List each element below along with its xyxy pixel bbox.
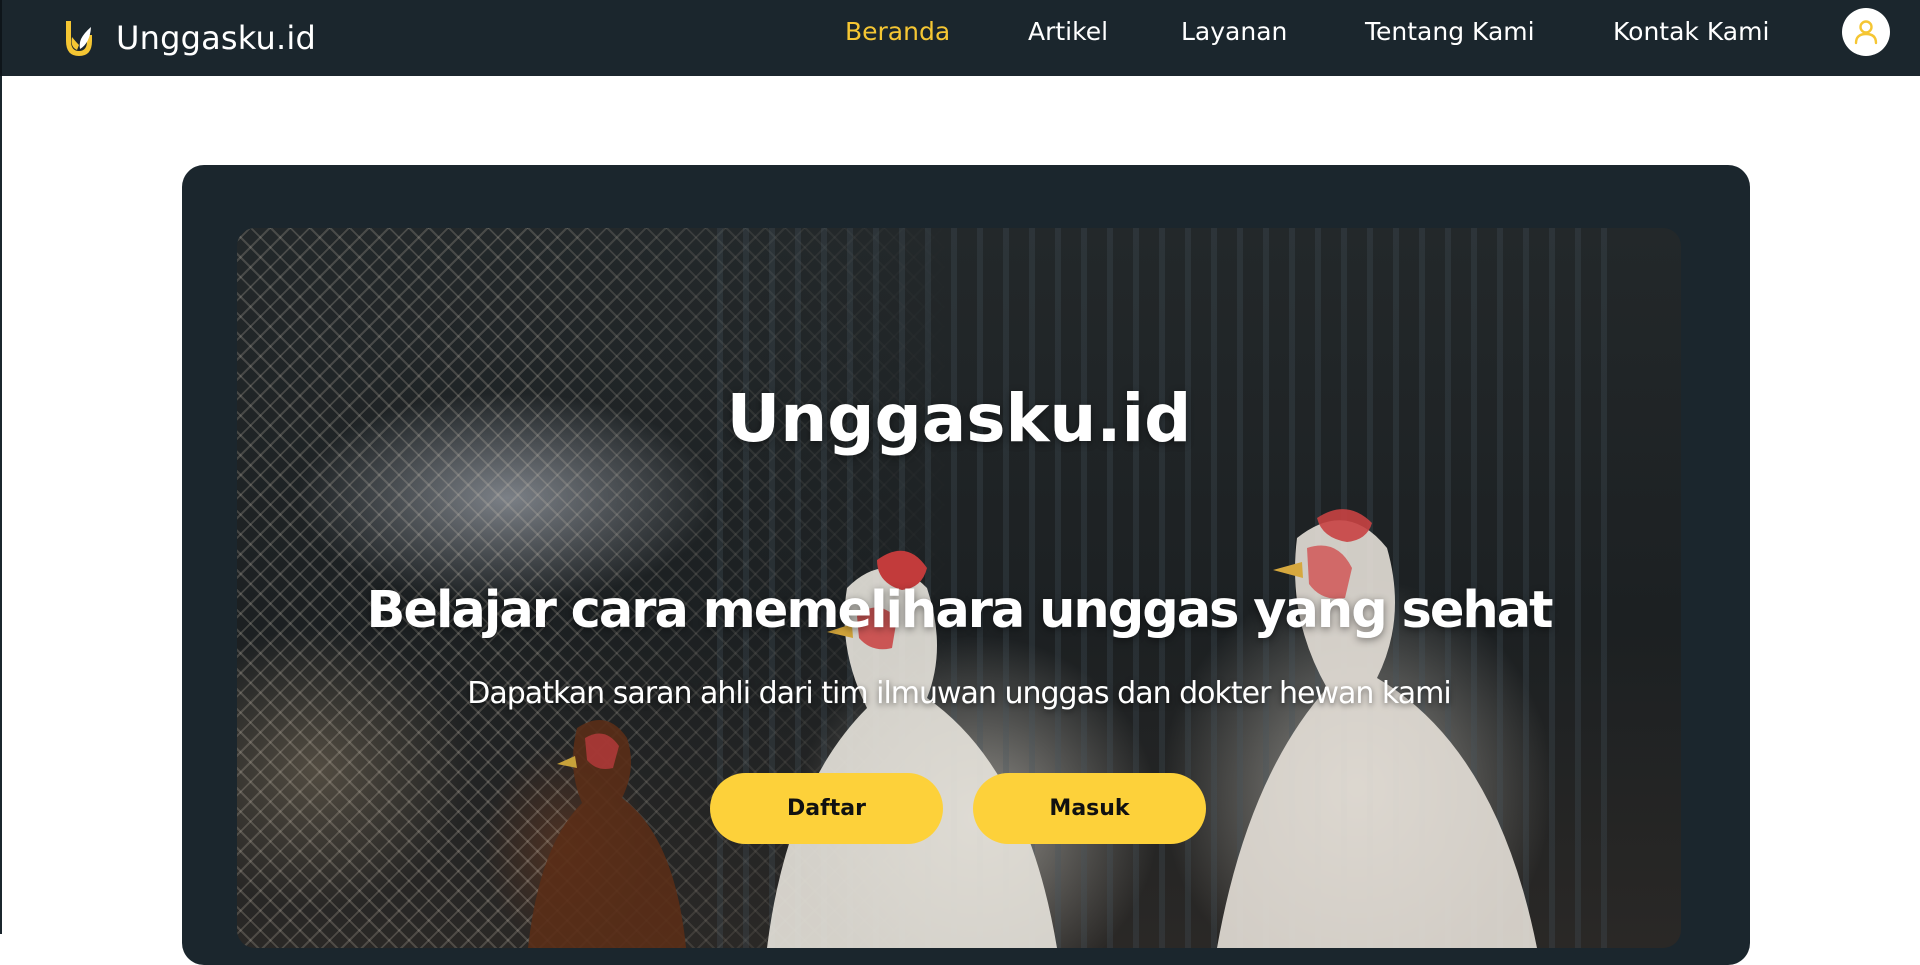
nav-link-beranda[interactable]: Beranda <box>845 16 950 48</box>
hero-title: Unggasku.id <box>726 380 1192 457</box>
top-navbar: Unggasku.id Beranda Artikel Layanan Tent… <box>0 0 1920 76</box>
brand-logo-link[interactable]: Unggasku.id <box>60 12 316 64</box>
nav-link-layanan[interactable]: Layanan <box>1181 16 1287 48</box>
user-icon <box>1854 20 1878 45</box>
login-button[interactable]: Masuk <box>973 773 1206 844</box>
unggasku-logo-icon <box>66 21 92 56</box>
brand-name: Unggasku.id <box>116 19 317 57</box>
hero-content: Unggasku.id Belajar cara memelihara ungg… <box>237 228 1681 934</box>
hero-heading: Belajar cara memelihara unggas yang seha… <box>366 581 1553 640</box>
nav-link-artikel[interactable]: Artikel <box>1028 16 1108 48</box>
hero-subtitle: Dapatkan saran ahli dari tim ilmuwan ung… <box>467 676 1451 711</box>
nav-link-tentang-kami[interactable]: Tentang Kami <box>1365 16 1535 48</box>
page-left-border <box>0 76 2 934</box>
register-button[interactable]: Daftar <box>710 773 943 844</box>
user-account-button[interactable] <box>1842 8 1890 56</box>
nav-link-kontak-kami[interactable]: Kontak Kami <box>1613 16 1769 48</box>
